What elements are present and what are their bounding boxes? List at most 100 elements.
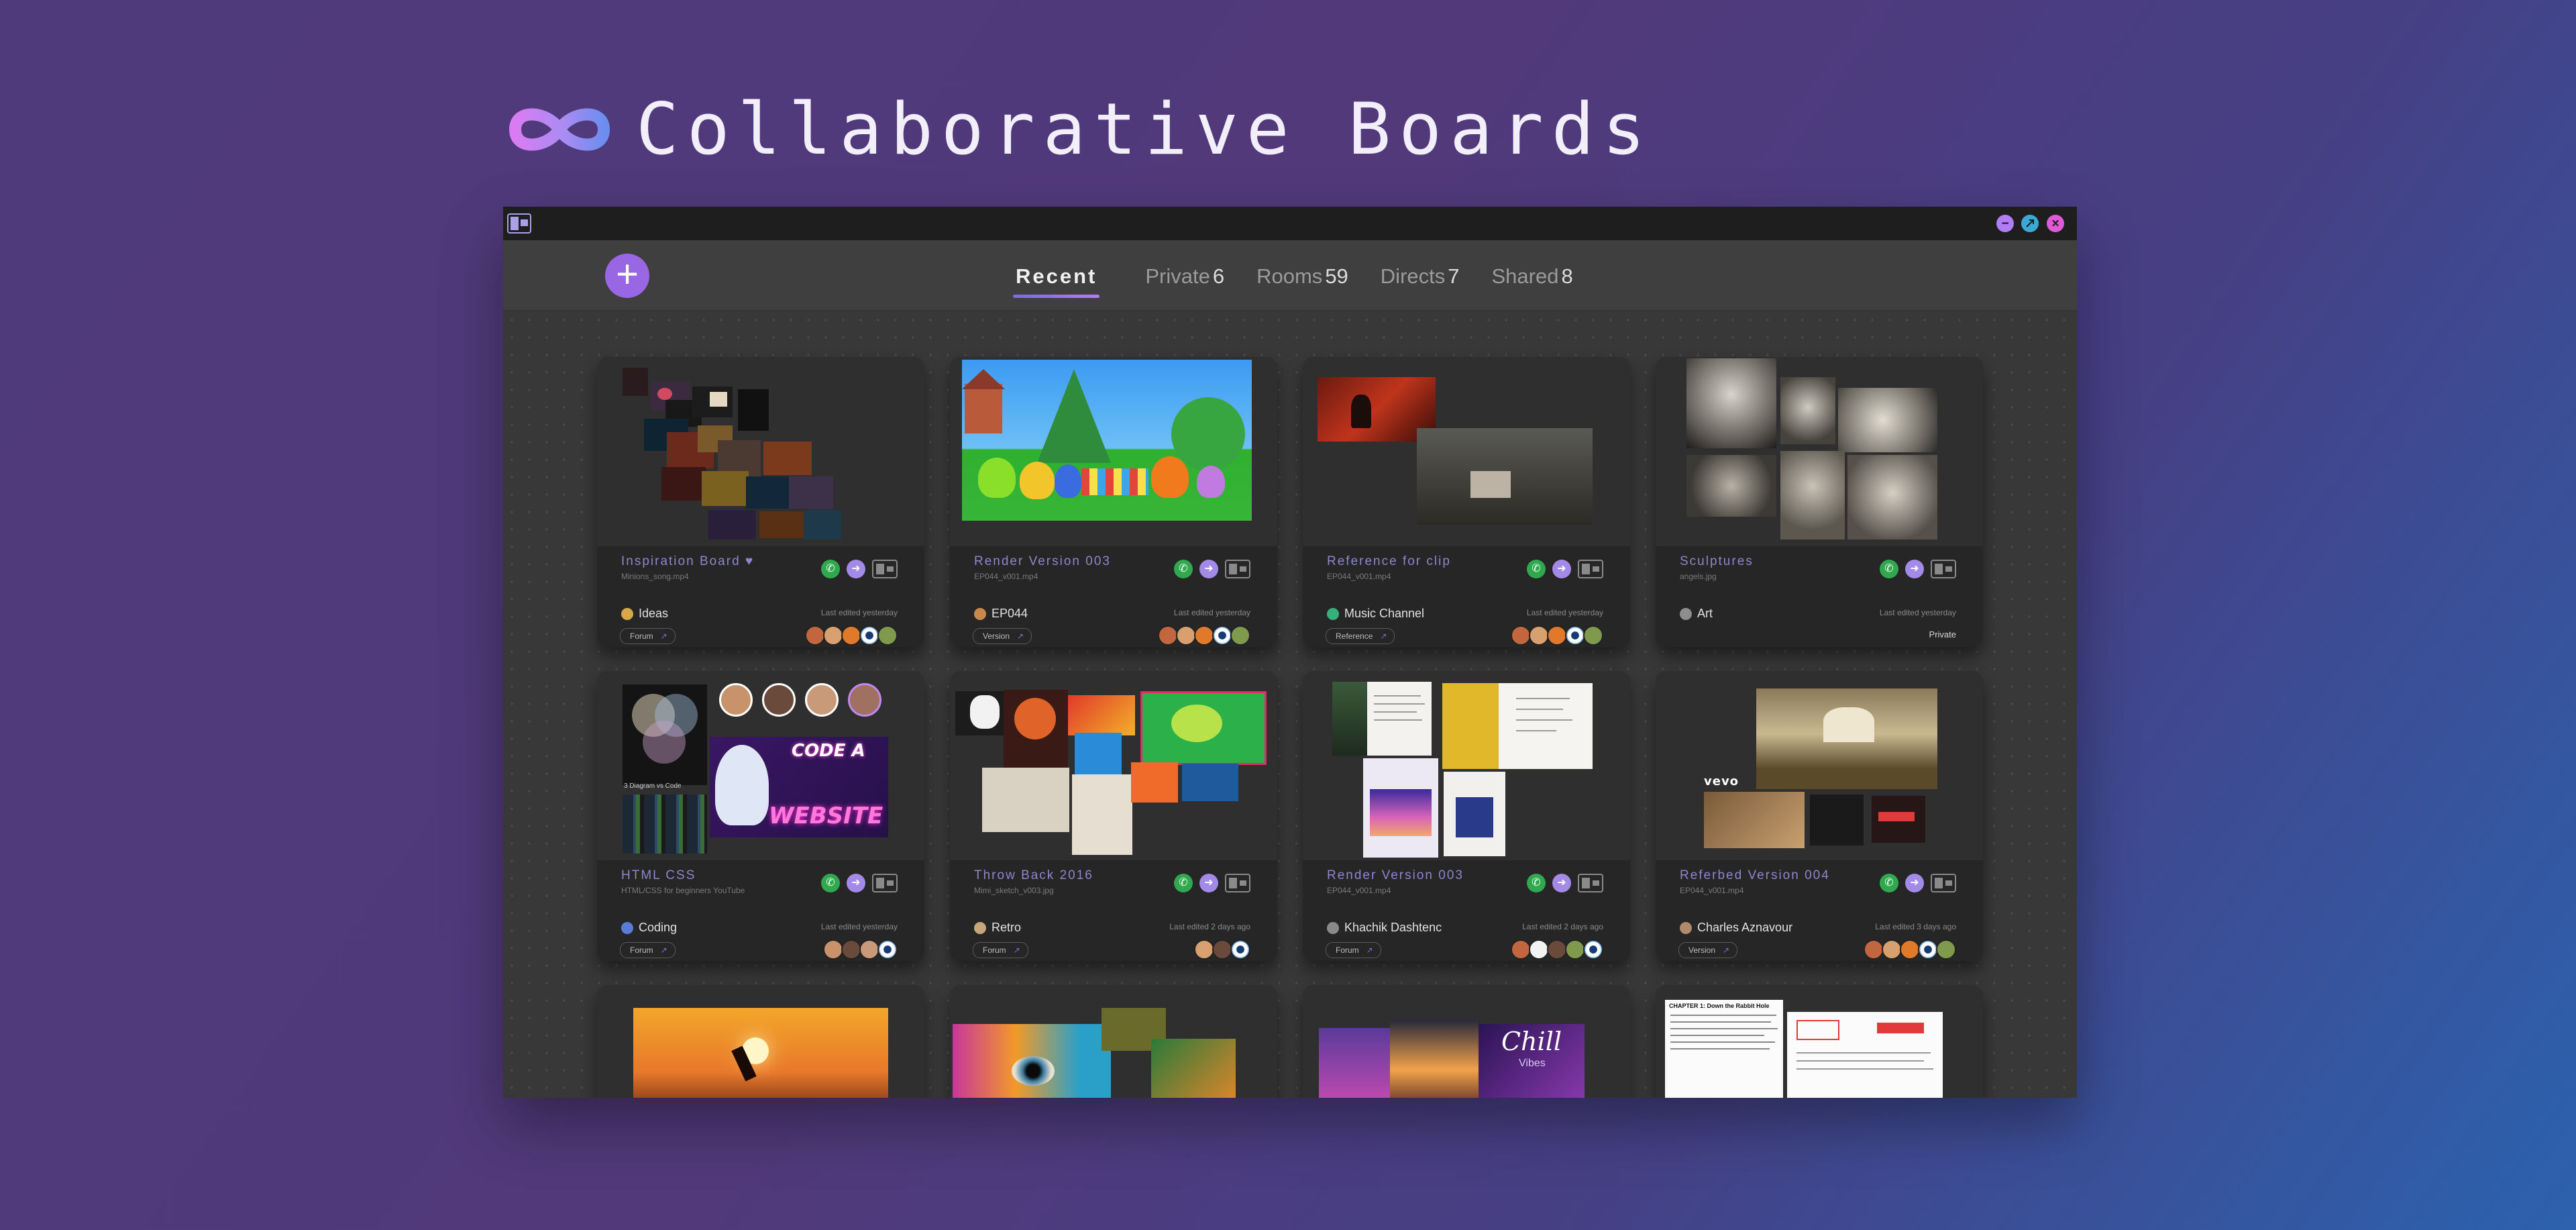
board-thumbnail bbox=[950, 357, 1277, 546]
board-card-render-003-b[interactable]: Render Version 003 EP044_v001.mp4 ✆ ➜ Kh… bbox=[1303, 671, 1630, 961]
board-card-chill[interactable]: Chill Vibes bbox=[1303, 985, 1630, 1098]
open-button[interactable]: ➜ bbox=[847, 560, 865, 578]
open-button[interactable]: ➜ bbox=[1905, 874, 1924, 892]
avatar[interactable] bbox=[1230, 939, 1250, 960]
avatar[interactable] bbox=[1547, 939, 1567, 960]
call-button[interactable]: ✆ bbox=[1527, 560, 1546, 578]
avatar[interactable] bbox=[841, 939, 861, 960]
call-button[interactable]: ✆ bbox=[1880, 874, 1898, 892]
avatar[interactable] bbox=[823, 939, 843, 960]
avatar[interactable] bbox=[1158, 625, 1178, 646]
open-button[interactable]: ➜ bbox=[1552, 874, 1571, 892]
avatar[interactable] bbox=[1547, 625, 1567, 646]
call-button[interactable]: ✆ bbox=[1880, 560, 1898, 578]
board-title[interactable]: Throw Back 2016 bbox=[974, 868, 1093, 883]
avatar[interactable] bbox=[859, 939, 879, 960]
open-button[interactable]: ➜ bbox=[1552, 560, 1571, 578]
board-view-button[interactable] bbox=[872, 874, 898, 892]
board-view-button[interactable] bbox=[1578, 874, 1603, 892]
board-card-referbed-004[interactable]: vevo Referbed Version 004 EP044_v001.mp4… bbox=[1656, 671, 1983, 961]
board-title[interactable]: Inspiration Board ♥ bbox=[621, 554, 754, 569]
board-tag[interactable]: Version bbox=[1678, 942, 1738, 958]
avatar[interactable] bbox=[1918, 939, 1938, 960]
board-title[interactable]: Referbed Version 004 bbox=[1680, 868, 1830, 883]
board-view-button[interactable] bbox=[1225, 560, 1250, 578]
board-view-button[interactable] bbox=[1225, 874, 1250, 892]
tab-directs[interactable]: Directs 7 bbox=[1381, 264, 1460, 289]
avatar[interactable] bbox=[1176, 625, 1196, 646]
board-card-throwback[interactable]: Throw Back 2016 Mimi_sketch_v003.jpg ✆ ➜… bbox=[950, 671, 1277, 961]
avatar[interactable] bbox=[1565, 939, 1585, 960]
open-button[interactable]: ➜ bbox=[847, 874, 865, 892]
tab-recent[interactable]: Recent bbox=[1012, 264, 1100, 298]
board-view-button[interactable] bbox=[1931, 874, 1956, 892]
avatar[interactable] bbox=[1529, 939, 1549, 960]
board-card-eye[interactable] bbox=[950, 985, 1277, 1098]
board-tag[interactable]: Forum bbox=[620, 628, 676, 644]
avatar[interactable] bbox=[1194, 625, 1214, 646]
board-view-button[interactable] bbox=[1931, 560, 1956, 578]
avatar[interactable] bbox=[1212, 625, 1232, 646]
last-edited: Last edited 2 days ago bbox=[1169, 922, 1250, 931]
board-card-render-003[interactable]: Render Version 003 EP044_v001.mp4 ✆ ➜ EP… bbox=[950, 357, 1277, 647]
avatar[interactable] bbox=[1511, 625, 1531, 646]
avatar[interactable] bbox=[1511, 939, 1531, 960]
avatar[interactable] bbox=[1194, 939, 1214, 960]
board-title[interactable]: HTML CSS bbox=[621, 868, 696, 883]
avatar[interactable] bbox=[1583, 939, 1603, 960]
avatar[interactable] bbox=[859, 625, 879, 646]
title-bar[interactable]: − × bbox=[503, 207, 2077, 240]
call-button[interactable]: ✆ bbox=[1174, 560, 1193, 578]
phone-icon: ✆ bbox=[826, 877, 835, 888]
avatar[interactable] bbox=[823, 625, 843, 646]
avatar[interactable] bbox=[1864, 939, 1884, 960]
board-tag[interactable]: Forum bbox=[973, 942, 1028, 958]
board-title[interactable]: Sculptures bbox=[1680, 554, 1754, 569]
board-card-document[interactable]: CHAPTER 1: Down the Rabbit Hole bbox=[1656, 985, 1983, 1098]
close-button[interactable]: × bbox=[2047, 215, 2064, 232]
avatar[interactable] bbox=[1936, 939, 1956, 960]
board-card-inspiration[interactable]: Inspiration Board ♥ Minions_song.mp4 ✆ ➜… bbox=[597, 357, 924, 647]
board-tag[interactable]: Forum bbox=[1326, 942, 1381, 958]
board-title[interactable]: Render Version 003 bbox=[974, 554, 1111, 569]
call-button[interactable]: ✆ bbox=[1527, 874, 1546, 892]
avatar[interactable] bbox=[1529, 625, 1549, 646]
avatar[interactable] bbox=[1212, 939, 1232, 960]
avatar[interactable] bbox=[1230, 625, 1250, 646]
add-board-button[interactable]: + bbox=[605, 254, 649, 298]
call-button[interactable]: ✆ bbox=[1174, 874, 1193, 892]
open-button[interactable]: ➜ bbox=[1905, 560, 1924, 578]
open-button[interactable]: ➜ bbox=[1199, 560, 1218, 578]
avatar[interactable] bbox=[877, 625, 898, 646]
avatar[interactable] bbox=[805, 625, 825, 646]
board-thumbnail: CHAPTER 1: Down the Rabbit Hole bbox=[1656, 985, 1983, 1098]
avatar[interactable] bbox=[1565, 625, 1585, 646]
avatar[interactable] bbox=[1882, 939, 1902, 960]
board-view-button[interactable] bbox=[872, 560, 898, 578]
board-card-sunset[interactable] bbox=[597, 985, 924, 1098]
avatar[interactable] bbox=[877, 939, 898, 960]
tab-shared[interactable]: Shared 8 bbox=[1492, 264, 1573, 289]
call-button[interactable]: ✆ bbox=[821, 874, 840, 892]
maximize-button[interactable] bbox=[2021, 215, 2039, 232]
board-tag[interactable]: Forum bbox=[620, 942, 676, 958]
minimize-button[interactable]: − bbox=[1996, 215, 2014, 232]
board-tag[interactable]: Version bbox=[973, 628, 1032, 644]
board-title[interactable]: Render Version 003 bbox=[1327, 868, 1464, 883]
avatar[interactable] bbox=[1583, 625, 1603, 646]
call-button[interactable]: ✆ bbox=[821, 560, 840, 578]
board-card-html-css[interactable]: 3 Diagram vs Code CODE A WEBSITE HTML CS… bbox=[597, 671, 924, 961]
board-card-sculptures[interactable]: Sculptures angels.jpg ✆ ➜ Art Last edite… bbox=[1656, 357, 1983, 647]
avatar[interactable] bbox=[841, 625, 861, 646]
tab-private[interactable]: Private 6 bbox=[1145, 264, 1224, 289]
board-actions: ✆ ➜ bbox=[821, 560, 898, 578]
board-tabs: Recent Private 6 Rooms 59 Directs 7 Shared 8 bbox=[1012, 264, 1605, 298]
board-card-reference[interactable]: Reference for clip EP044_v001.mp4 ✆ ➜ Mu… bbox=[1303, 357, 1630, 647]
vevo-logo: vevo bbox=[1704, 774, 1739, 788]
board-view-button[interactable] bbox=[1578, 560, 1603, 578]
board-tag[interactable]: Reference bbox=[1326, 628, 1395, 644]
avatar[interactable] bbox=[1900, 939, 1920, 960]
tab-rooms[interactable]: Rooms 59 bbox=[1256, 264, 1348, 289]
board-title[interactable]: Reference for clip bbox=[1327, 554, 1451, 569]
open-button[interactable]: ➜ bbox=[1199, 874, 1218, 892]
